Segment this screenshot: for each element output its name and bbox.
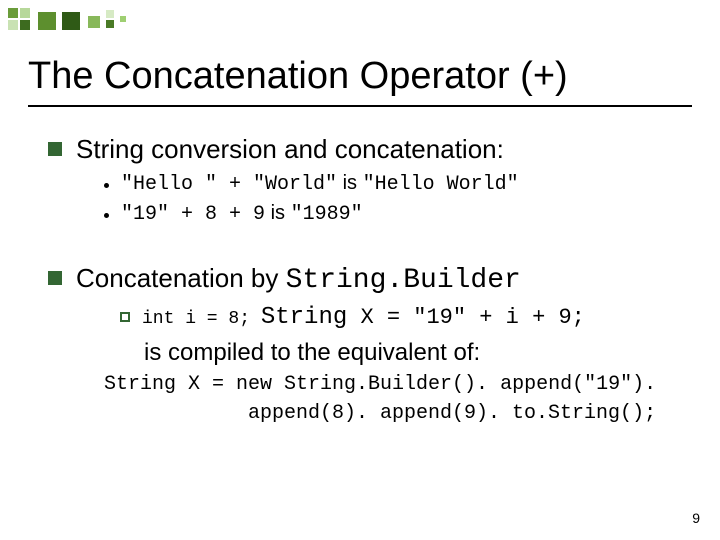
sub-bullet-hello: "Hello " + "World" is "Hello World" [104,172,688,196]
dot-bullet-icon [104,183,109,188]
mid-word: is [265,202,291,224]
heading-code: String.Builder [286,265,521,296]
square-bullet-icon [48,142,62,156]
code-line-1: String X = new String.Builder(). append(… [104,373,688,396]
mid-word: is [337,172,363,194]
title-rule [28,105,692,107]
square-bullet-icon [48,271,62,285]
page-number: 9 [692,510,700,526]
code-span: "19" + 8 + 9 [121,203,265,226]
sub-bullet-text: int i = 8; String X = "19" + i + 9; [142,304,585,331]
sub-post: X = "19" + i + 9; [347,305,585,330]
slide-title: The Concatenation Operator (+) [28,55,568,98]
slide-content: String conversion and concatenation: "He… [48,125,688,425]
bullet-text: Concatenation by String.Builder [76,262,521,298]
bullet-string-conversion: String conversion and concatenation: [48,133,688,166]
sub-bullet-int-i: int i = 8; String X = "19" + i + 9; [120,304,688,331]
result-span: "Hello World" [363,173,519,196]
code-line-2: append(8). append(9). to.String(); [248,402,688,425]
dot-bullet-icon [104,213,109,218]
sub-bullet-text: "19" + 8 + 9 is "1989" [121,202,363,226]
corner-decoration [8,8,158,33]
sub-bullet-1989: "19" + 8 + 9 is "1989" [104,202,688,226]
slide: The Concatenation Operator (+) String co… [0,0,720,540]
bullet-concatenation-by: Concatenation by String.Builder [48,262,688,298]
followup-text: is compiled to the equivalent of: [144,339,688,367]
code-span: "Hello " + "World" [121,173,337,196]
sub-code: String [261,304,347,331]
sub-pre: int i = 8; [142,309,261,329]
result-span: "1989" [291,203,363,226]
heading-pre: Concatenation by [76,263,286,293]
bullet-text: String conversion and concatenation: [76,133,504,166]
sub-bullet-text: "Hello " + "World" is "Hello World" [121,172,519,196]
hollow-square-bullet-icon [120,312,130,322]
